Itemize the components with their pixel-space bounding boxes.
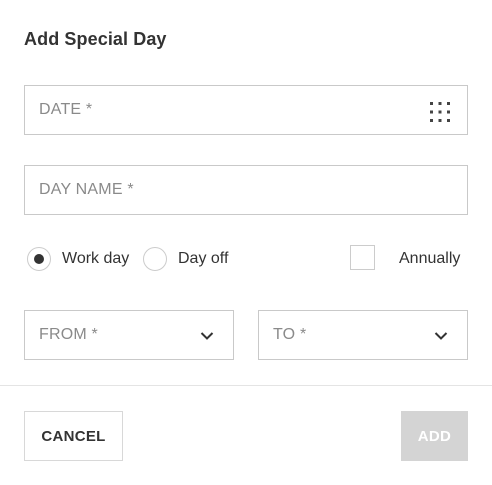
- day-off-option[interactable]: Day off: [143, 245, 228, 273]
- annually-label: Annually: [399, 250, 461, 267]
- to-placeholder: TO *: [273, 326, 307, 343]
- chevron-down-icon: [434, 332, 448, 340]
- work-day-label: Work day: [62, 250, 130, 267]
- work-day-radio[interactable]: [27, 247, 51, 271]
- to-select[interactable]: TO *: [258, 310, 468, 360]
- add-button[interactable]: ADD: [401, 411, 468, 461]
- day-off-radio[interactable]: [143, 247, 167, 271]
- day-name-placeholder: DAY NAME *: [39, 181, 134, 198]
- cancel-button[interactable]: CANCEL: [24, 411, 123, 461]
- annually-checkbox[interactable]: [350, 245, 375, 270]
- from-placeholder: FROM *: [39, 326, 98, 343]
- chevron-down-icon: [200, 332, 214, 340]
- add-special-day-dialog: Add Special Day DATE * DAY NAME * Work d…: [0, 0, 492, 485]
- dialog-title: Add Special Day: [24, 29, 167, 49]
- date-field[interactable]: DATE *: [24, 85, 468, 135]
- date-placeholder: DATE *: [39, 101, 93, 118]
- from-select[interactable]: FROM *: [24, 310, 234, 360]
- day-off-label: Day off: [178, 250, 229, 267]
- calendar-icon[interactable]: [429, 101, 451, 123]
- footer-divider: [0, 385, 492, 386]
- work-day-option[interactable]: Work day: [27, 245, 129, 273]
- day-name-field[interactable]: DAY NAME *: [24, 165, 468, 215]
